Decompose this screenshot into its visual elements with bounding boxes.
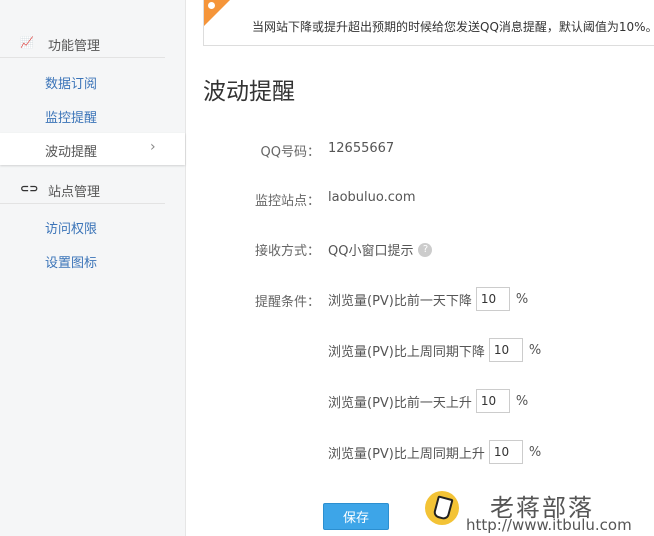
chevron-right-icon: › xyxy=(150,139,156,155)
condition-text: 浏览量(PV)比前一天下降 xyxy=(328,293,472,309)
sidebar-item-monitor-alert[interactable]: 监控提醒 xyxy=(45,107,97,126)
watermark-url: http://www.itbulu.com xyxy=(466,516,632,534)
save-button[interactable]: 保存 xyxy=(323,503,389,530)
sidebar-group-features: 📈 功能管理 xyxy=(0,31,165,58)
lightbulb-icon xyxy=(208,2,215,9)
condition-text: 浏览量(PV)比上周同期下降 xyxy=(328,344,485,360)
chart-icon: 📈 xyxy=(20,36,34,49)
sidebar-item-fluctuation-alert[interactable]: 波动提醒 › xyxy=(0,133,185,165)
unit: % xyxy=(528,444,542,460)
qq-label: QQ号码： xyxy=(260,145,320,160)
threshold-input[interactable] xyxy=(475,389,510,413)
sidebar-item-access[interactable]: 访问权限 xyxy=(45,218,97,237)
unit: % xyxy=(515,393,529,409)
condition-row: 浏览量(PV)比上周同期下降% xyxy=(328,338,541,362)
sidebar-group-site: ⊂⊃ 站点管理 xyxy=(0,177,165,204)
condition-row: 浏览量(PV)比上周同期上升% xyxy=(328,440,541,464)
threshold-input[interactable] xyxy=(475,287,510,311)
link-icon: ⊂⊃ xyxy=(20,182,39,195)
threshold-input[interactable] xyxy=(488,440,523,464)
unit: % xyxy=(528,342,542,358)
notice-banner: 当网站下降或提升超出预期的时候给您发送QQ消息提醒，默认阈值为10%。 xyxy=(203,0,654,46)
page-title: 波动提醒 xyxy=(203,79,295,105)
sidebar-item-data-subscribe[interactable]: 数据订阅 xyxy=(45,73,97,92)
sidebar: 📈 功能管理 数据订阅 监控提醒 波动提醒 › ⊂⊃ 站点管理 访问权限 设置图… xyxy=(0,0,186,536)
condition-row: 浏览量(PV)比前一天下降% xyxy=(328,287,528,311)
method-value: QQ小窗口提示? xyxy=(328,240,433,259)
method-text: QQ小窗口提示 xyxy=(328,244,414,259)
site-label: 监控站点： xyxy=(254,194,320,209)
method-label: 接收方式： xyxy=(254,244,320,259)
help-icon[interactable]: ? xyxy=(418,242,433,257)
notice-text: 当网站下降或提升超出预期的时候给您发送QQ消息提醒，默认阈值为10%。 xyxy=(252,20,654,34)
condition-row: 浏览量(PV)比前一天上升% xyxy=(328,389,528,413)
site-value: laobuluo.com xyxy=(328,190,416,205)
condition-text: 浏览量(PV)比上周同期上升 xyxy=(328,446,485,462)
condition-text: 浏览量(PV)比前一天上升 xyxy=(328,395,472,411)
unit: % xyxy=(515,291,529,307)
qq-value: 12655667 xyxy=(328,141,395,156)
sidebar-item-icon-settings[interactable]: 设置图标 xyxy=(45,252,97,271)
condition-label: 提醒条件： xyxy=(254,295,320,310)
threshold-input[interactable] xyxy=(488,338,523,362)
watermark-logo xyxy=(425,491,459,525)
